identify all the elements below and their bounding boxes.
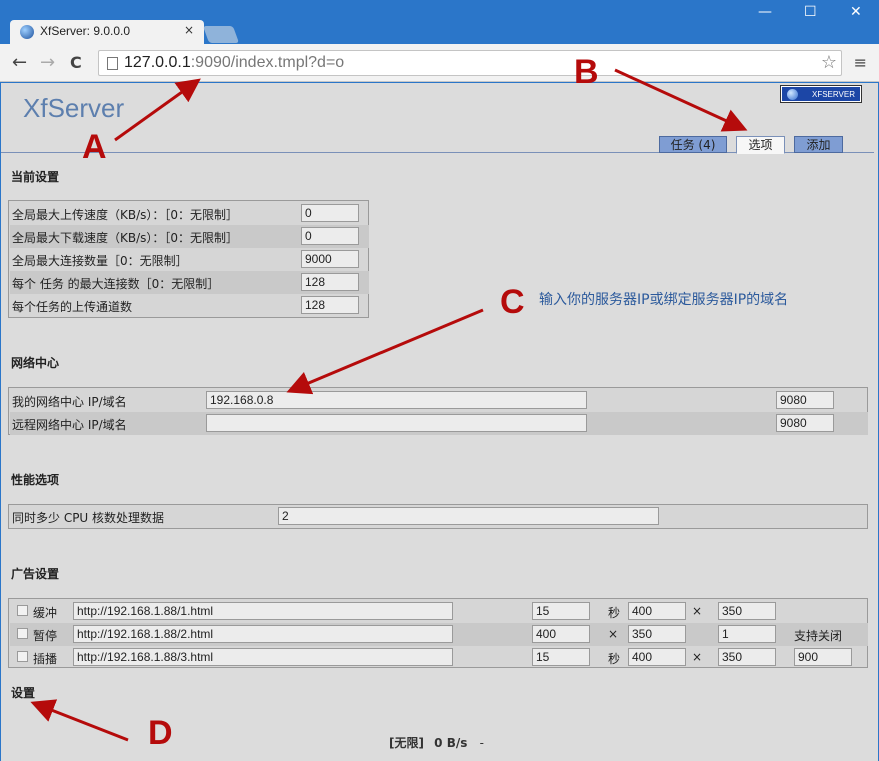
setting-row: 每个 任务 的最大连接数［0：无限制］ 128 — [10, 271, 369, 294]
page-content: XfServer XFSERVER 任务 (4) 选项 添加 当前设置 全局最大… — [0, 83, 879, 761]
ad-buffer-width-input[interactable]: 400 — [628, 602, 686, 620]
callout-b: B — [574, 53, 599, 91]
current-settings-title: 当前设置 — [11, 170, 60, 184]
minimize-icon[interactable]: — — [758, 4, 772, 20]
cpu-cores-input[interactable]: 2 — [278, 507, 659, 525]
tab-options[interactable]: 选项 — [736, 136, 785, 154]
ad-insert-height-input[interactable]: 350 — [718, 648, 776, 666]
performance-title: 性能选项 — [11, 473, 60, 487]
my-network-host-input[interactable]: 192.168.0.8 — [206, 391, 587, 409]
my-network-port-input[interactable]: 9080 — [776, 391, 834, 409]
network-row: 远程网络中心 IP/域名 9080 — [10, 412, 868, 435]
tab-tasks[interactable]: 任务 (4) — [659, 136, 727, 153]
url-text: 127.0.0.1:9090/index.tmpl?d=o — [124, 54, 345, 71]
setting-row: 每个任务的上传通道数 128 — [10, 294, 369, 317]
max-upload-speed-input[interactable]: 0 — [301, 204, 359, 222]
ad-buffer-seconds-input[interactable]: 15 — [532, 602, 590, 620]
page-tabs: 任务 (4) 选项 添加 — [1, 135, 874, 154]
new-tab-button[interactable] — [202, 26, 240, 43]
ad-pause-checkbox[interactable] — [17, 628, 28, 639]
status-dash: - — [479, 736, 484, 750]
setting-row: 全局最大下载速度（KB/s）：［0：无限制］ 0 — [10, 225, 369, 248]
callout-c: C — [500, 283, 525, 321]
ads-box: 缓冲 http://192.168.1.88/1.html 15 秒 400 ×… — [8, 598, 868, 668]
maximize-icon[interactable]: ☐ — [804, 4, 817, 20]
callout-d: D — [148, 714, 173, 752]
ad-row: 暂停 http://192.168.1.88/2.html 400 × 350 … — [10, 623, 868, 646]
browser-toolbar: ← → C 127.0.0.1:9090/index.tmpl?d=o ☆ ≡ — [0, 44, 879, 82]
tab-add[interactable]: 添加 — [794, 136, 843, 153]
status-speed: 0 B/s — [434, 736, 468, 750]
ad-pause-closable-input[interactable]: 1 — [718, 625, 776, 643]
address-bar[interactable]: 127.0.0.1:9090/index.tmpl?d=o ☆ — [98, 50, 842, 76]
ad-buffer-checkbox[interactable] — [17, 605, 28, 616]
max-connections-input[interactable]: 9000 — [301, 250, 359, 268]
callout-a: A — [82, 128, 107, 166]
xfserver-badge: XFSERVER — [780, 85, 862, 103]
max-download-speed-input[interactable]: 0 — [301, 227, 359, 245]
reload-icon[interactable]: C — [70, 53, 82, 72]
ad-insert-url-input[interactable]: http://192.168.1.88/3.html — [73, 648, 453, 666]
back-icon[interactable]: ← — [12, 52, 27, 73]
tab-title: XfServer: 9.0.0.0 — [40, 24, 131, 38]
close-window-icon[interactable]: ✕ — [850, 4, 862, 20]
close-tab-icon[interactable]: × — [184, 23, 194, 37]
browser-tab[interactable]: XfServer: 9.0.0.0 × — [10, 20, 204, 44]
status-bar: [无限] 0 B/s - — [389, 734, 484, 751]
ad-insert-time-input[interactable]: 900 — [794, 648, 852, 666]
menu-icon[interactable]: ≡ — [854, 53, 867, 72]
remote-network-port-input[interactable]: 9080 — [776, 414, 834, 432]
ads-title: 广告设置 — [11, 567, 60, 581]
network-row: 我的网络中心 IP/域名 192.168.0.8 9080 — [10, 389, 868, 412]
setting-row: 全局最大上传速度（KB/s）：［0：无限制］ 0 — [10, 202, 369, 225]
browser-window: XfServer: 9.0.0.0 × — ☐ ✕ ← → C 127.0.0.… — [0, 0, 879, 761]
task-max-connections-input[interactable]: 128 — [301, 273, 359, 291]
ad-pause-height-input[interactable]: 350 — [628, 625, 686, 643]
performance-box: 同时多少 CPU 核数处理数据 2 — [8, 504, 868, 529]
tab-strip: XfServer: 9.0.0.0 × — ☐ ✕ — [0, 0, 879, 44]
ad-insert-width-input[interactable]: 400 — [628, 648, 686, 666]
status-limit: [无限] — [389, 736, 424, 750]
ad-pause-width-input[interactable]: 400 — [532, 625, 590, 643]
globe-icon — [20, 25, 34, 39]
bookmark-star-icon[interactable]: ☆ — [821, 52, 837, 73]
ad-buffer-height-input[interactable]: 350 — [718, 602, 776, 620]
forward-icon[interactable]: → — [40, 52, 55, 73]
performance-row: 同时多少 CPU 核数处理数据 2 — [10, 505, 868, 528]
ad-row: 插播 http://192.168.1.88/3.html 15 秒 400 ×… — [10, 646, 868, 669]
ad-insert-seconds-input[interactable]: 15 — [532, 648, 590, 666]
network-center-box: 我的网络中心 IP/域名 192.168.0.8 9080 远程网络中心 IP/… — [8, 387, 868, 435]
ad-row: 缓冲 http://192.168.1.88/1.html 15 秒 400 ×… — [10, 600, 868, 623]
annotation-note: 输入你的服务器IP或绑定服务器IP的域名 — [539, 292, 789, 308]
ad-pause-url-input[interactable]: http://192.168.1.88/2.html — [73, 625, 453, 643]
ad-buffer-url-input[interactable]: http://192.168.1.88/1.html — [73, 602, 453, 620]
task-upload-channels-input[interactable]: 128 — [301, 296, 359, 314]
ad-insert-checkbox[interactable] — [17, 651, 28, 662]
settings-link[interactable]: 设置 — [11, 684, 35, 701]
globe-icon — [787, 89, 798, 100]
setting-row: 全局最大连接数量［0：无限制］ 9000 — [10, 248, 369, 271]
network-center-title: 网络中心 — [11, 356, 60, 370]
app-logo: XfServer — [23, 93, 125, 123]
page-icon — [107, 57, 118, 70]
remote-network-host-input[interactable] — [206, 414, 587, 432]
current-settings-box: 全局最大上传速度（KB/s）：［0：无限制］ 0 全局最大下载速度（KB/s）：… — [8, 200, 369, 318]
